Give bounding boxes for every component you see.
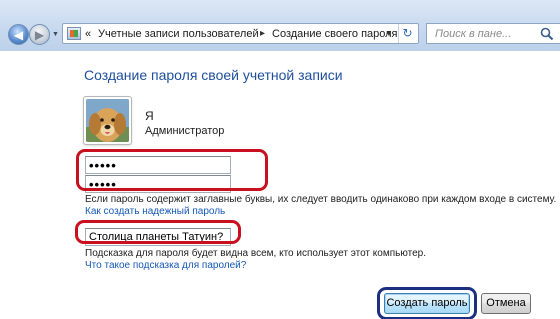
breadcrumb-user-accounts[interactable]: Учетные записи пользователей	[98, 27, 259, 41]
user-name: Я	[145, 109, 154, 123]
address-history-dropdown-icon[interactable]: ▼	[382, 24, 396, 43]
back-arrow-icon: ◀	[13, 28, 24, 42]
address-toolbar: ◀ ▶ ▼ « Учетные записи пользователей ▸ С…	[0, 0, 560, 51]
password-fields-highlight	[76, 149, 268, 191]
search-placeholder: Поиск в пане...	[435, 28, 512, 40]
back-button[interactable]: ◀	[8, 24, 29, 45]
cancel-button[interactable]: Отмена	[481, 293, 531, 314]
breadcrumb-create-password[interactable]: Создание своего пароля	[272, 27, 398, 41]
case-sensitivity-note: Если пароль содержит заглавные буквы, их…	[85, 194, 557, 205]
avatar	[83, 96, 132, 145]
strong-password-link[interactable]: Как создать надежный пароль	[85, 206, 225, 217]
search-box[interactable]: Поиск в пане...	[426, 23, 560, 44]
hint-visibility-note: Подсказка для пароля будет видна всем, к…	[85, 248, 426, 259]
create-button-highlight	[377, 287, 477, 319]
control-panel-icon	[67, 27, 81, 40]
forward-button[interactable]: ▶	[29, 24, 50, 45]
user-role: Администратор	[145, 125, 225, 137]
address-bar[interactable]: « Учетные записи пользователей ▸ Создани…	[62, 23, 419, 44]
breadcrumb-overflow[interactable]: «	[85, 27, 91, 41]
hint-field-highlight	[75, 220, 241, 244]
refresh-icon[interactable]: ↻	[398, 24, 416, 43]
recent-pages-dropdown-icon[interactable]: ▼	[51, 28, 60, 42]
what-is-hint-link[interactable]: Что такое подсказка для паролей?	[85, 260, 246, 271]
page-title: Создание пароля своей учетной записи	[84, 67, 343, 83]
search-icon[interactable]	[540, 27, 554, 41]
dog-avatar-icon	[86, 99, 129, 142]
forward-arrow-icon: ▶	[34, 28, 45, 42]
create-password-panel: Создание пароля своей учетной записи Я А…	[0, 51, 560, 319]
breadcrumb-separator-icon[interactable]: ▸	[260, 27, 265, 41]
